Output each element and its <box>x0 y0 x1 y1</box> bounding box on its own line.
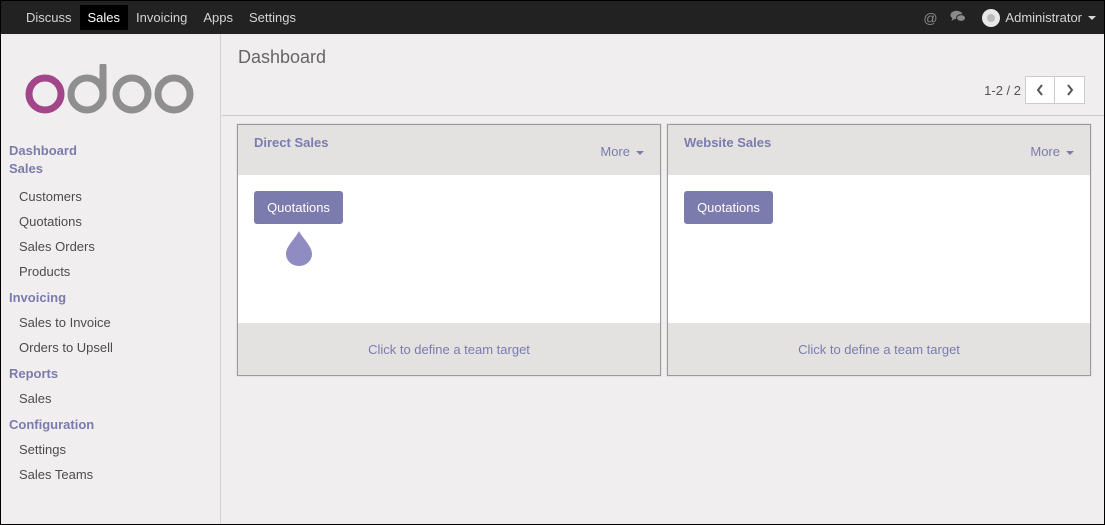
sidebar-section-reports: Reports <box>9 366 59 381</box>
chevron-right-icon <box>1066 84 1073 96</box>
sidebar: Dashboard Sales Customers Quotations Sal… <box>1 34 221 524</box>
topnav-discuss[interactable]: Discuss <box>18 5 80 30</box>
pager-value[interactable]: 1-2 / 2 <box>984 83 1021 98</box>
more-dropdown[interactable]: More <box>600 144 644 159</box>
quotations-button[interactable]: Quotations <box>254 191 343 224</box>
droplet-icon <box>286 231 312 266</box>
card-header: Website Sales More <box>668 125 1090 175</box>
sidebar-item-reports-sales[interactable]: Sales <box>1 386 221 411</box>
user-name: Administrator <box>1005 10 1082 25</box>
team-card-direct-sales: Direct Sales More Quotations Click to de… <box>237 124 661 376</box>
define-target-link[interactable]: Click to define a team target <box>368 342 530 357</box>
card-footer: Click to define a team target <box>668 323 1090 375</box>
more-dropdown[interactable]: More <box>1030 144 1074 159</box>
caret-down-icon <box>636 150 644 155</box>
pager-previous-button[interactable] <box>1025 76 1055 104</box>
pager: 1-2 / 2 <box>984 76 1085 104</box>
sidebar-item-customers[interactable]: Customers <box>1 184 221 209</box>
caret-down-icon <box>1066 150 1074 155</box>
team-name[interactable]: Website Sales <box>684 135 771 150</box>
team-name[interactable]: Direct Sales <box>254 135 328 150</box>
sidebar-item-sales-orders[interactable]: Sales Orders <box>1 234 221 259</box>
more-label: More <box>600 144 630 159</box>
sidebar-item-products[interactable]: Products <box>1 259 221 284</box>
sidebar-section-invoicing: Invoicing <box>9 290 67 305</box>
app-menu: Discuss Sales Invoicing Apps Settings <box>18 1 304 34</box>
topnav-invoicing[interactable]: Invoicing <box>128 5 195 30</box>
sidebar-item-orders-to-upsell[interactable]: Orders to Upsell <box>1 335 221 360</box>
comments-icon[interactable] <box>944 10 972 26</box>
sidebar-item-dashboard[interactable]: Dashboard <box>1 142 221 160</box>
card-footer: Click to define a team target <box>238 323 660 375</box>
sidebar-item-sales-teams[interactable]: Sales Teams <box>1 462 221 487</box>
sidebar-menu: Dashboard Sales Customers Quotations Sal… <box>1 142 221 487</box>
define-target-link[interactable]: Click to define a team target <box>798 342 960 357</box>
sidebar-item-quotations[interactable]: Quotations <box>1 209 221 234</box>
main-content: Dashboard 1-2 / 2 Direct Sales More Quot… <box>222 34 1104 524</box>
sidebar-item-sales-to-invoice[interactable]: Sales to Invoice <box>1 310 221 335</box>
topbar-systray: @ Administrator <box>916 1 1096 34</box>
more-label: More <box>1030 144 1060 159</box>
avatar <box>982 8 1001 27</box>
top-navbar: Discuss Sales Invoicing Apps Settings @ … <box>1 1 1104 34</box>
odoo-logo <box>25 64 194 114</box>
at-icon[interactable]: @ <box>916 10 944 26</box>
sidebar-section-sales: Sales <box>9 161 43 176</box>
topnav-sales[interactable]: Sales <box>79 5 129 30</box>
quotations-button[interactable]: Quotations <box>684 191 773 224</box>
card-header: Direct Sales More <box>238 125 660 175</box>
pager-next-button[interactable] <box>1055 76 1085 104</box>
topnav-settings[interactable]: Settings <box>241 5 304 30</box>
caret-down-icon <box>1088 15 1096 20</box>
app-window: Discuss Sales Invoicing Apps Settings @ … <box>1 1 1104 524</box>
topnav-apps[interactable]: Apps <box>195 5 241 30</box>
team-card-website-sales: Website Sales More Quotations Click to d… <box>667 124 1091 376</box>
sidebar-section-configuration: Configuration <box>9 417 95 432</box>
chevron-left-icon <box>1036 84 1043 96</box>
control-panel: Dashboard 1-2 / 2 <box>222 34 1104 116</box>
user-menu[interactable]: Administrator <box>982 8 1096 27</box>
page-title: Dashboard <box>238 47 327 67</box>
sidebar-item-settings[interactable]: Settings <box>1 437 221 462</box>
